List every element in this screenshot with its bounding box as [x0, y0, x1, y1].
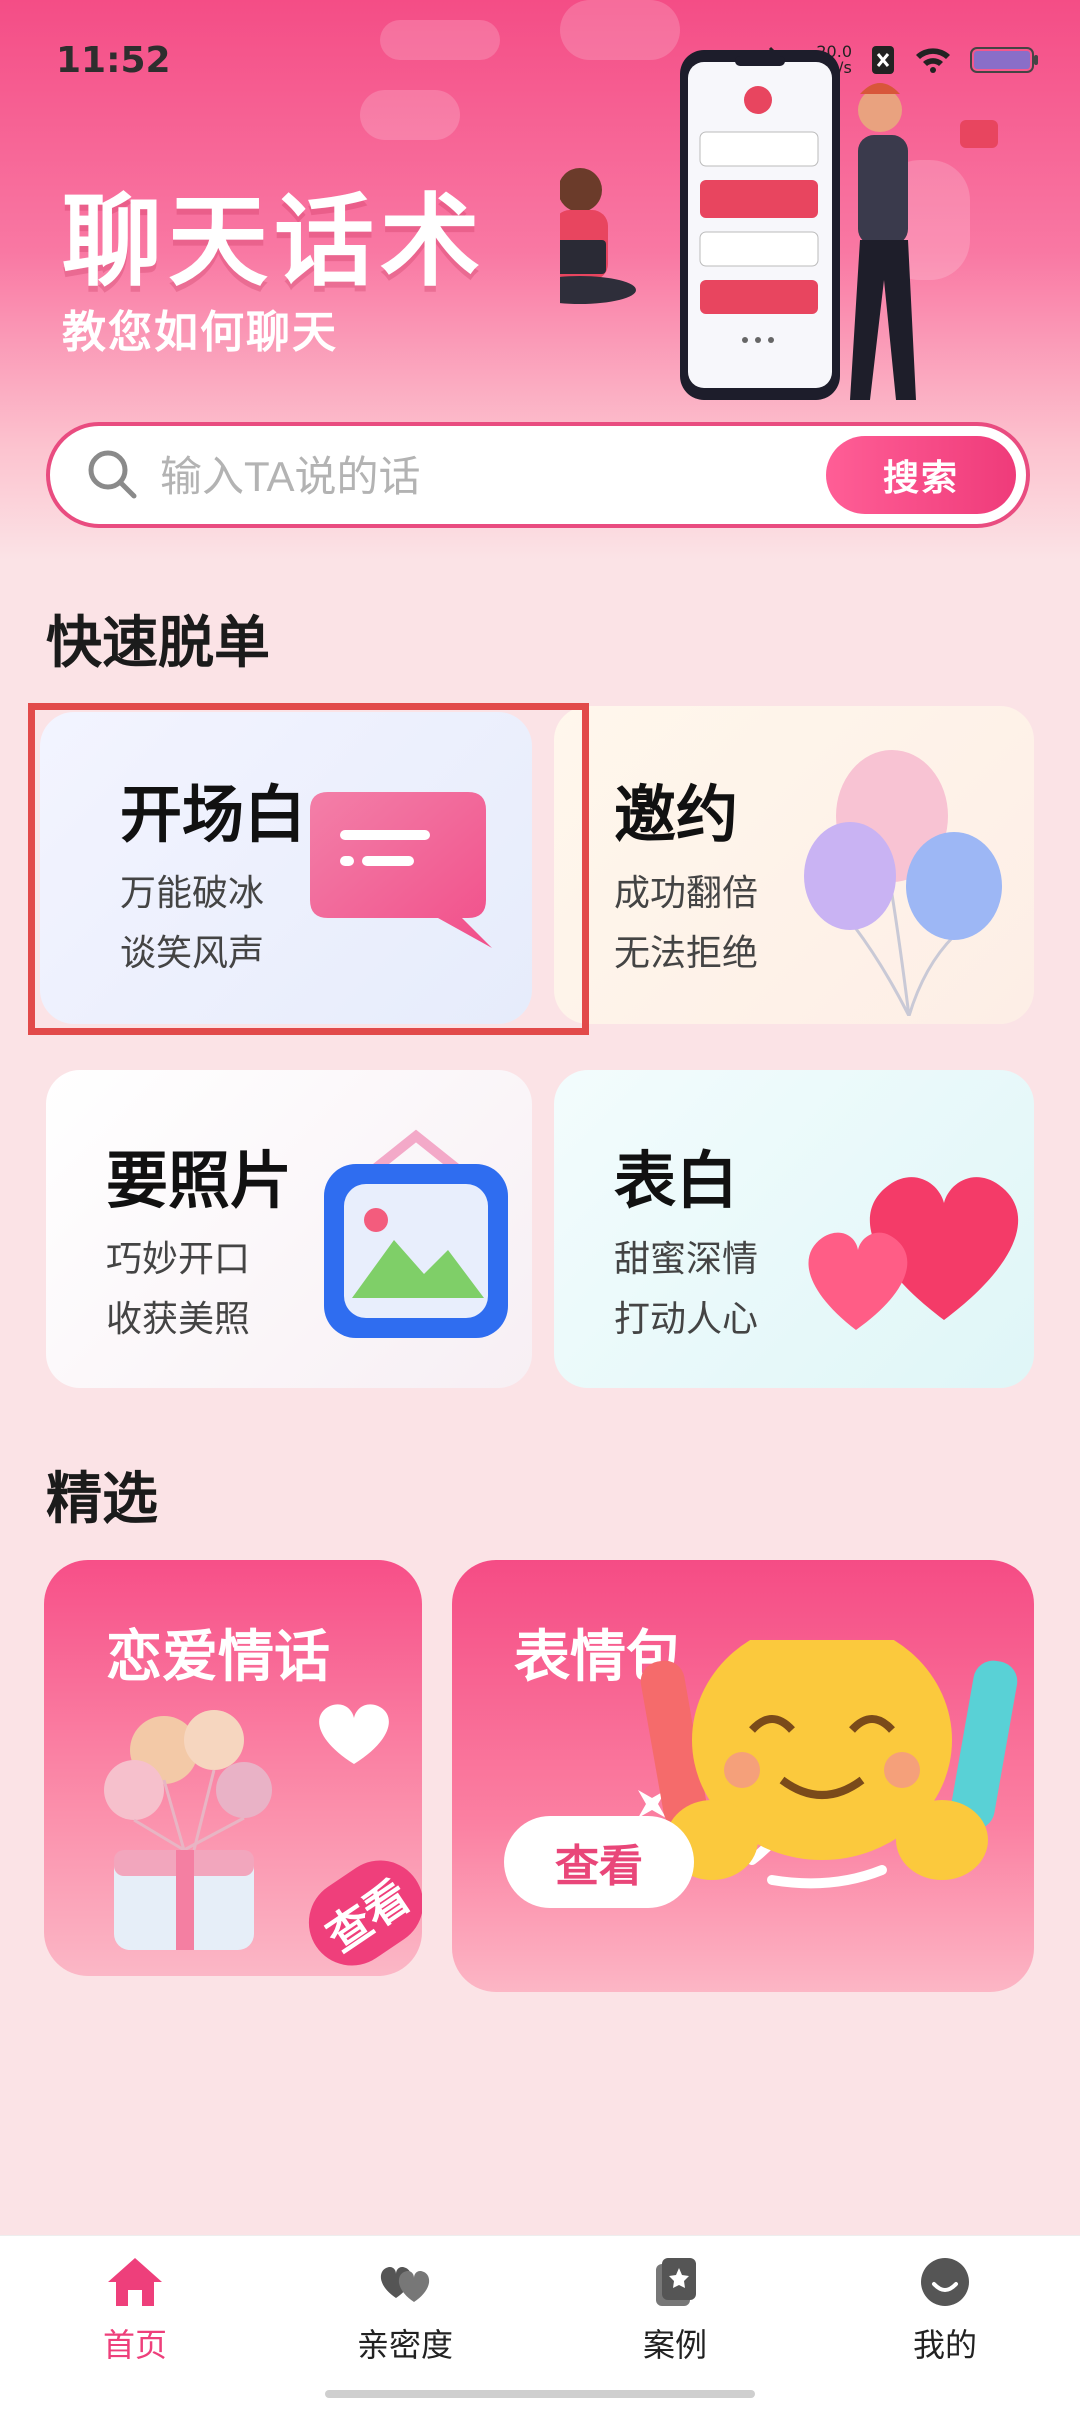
nav-label: 亲密度 — [356, 2326, 453, 2364]
bottom-nav: 首页 亲密度 案例 我的 — [0, 2235, 1080, 2409]
card-invite[interactable]: 邀约 成功翻倍 无法拒绝 — [554, 706, 1034, 1024]
featured-love-words[interactable]: 恋爱情话 查看 — [44, 1560, 422, 1976]
nav-label: 案例 — [642, 2326, 707, 2364]
search-bar: 搜索 — [46, 422, 1030, 528]
search-input[interactable] — [158, 440, 862, 514]
nav-label: 首页 — [102, 2326, 167, 2364]
section-title-quick: 快速脱单 — [46, 611, 270, 676]
nav-item-cases[interactable]: 案例 — [590, 2254, 760, 2366]
search-button[interactable]: 搜索 — [826, 436, 1016, 514]
card-title: 邀约 — [614, 778, 739, 851]
card-desc-1: 成功翻倍 — [614, 873, 759, 914]
status-time: 11:52 — [56, 40, 171, 81]
nav-item-intimacy[interactable]: 亲密度 — [320, 2254, 490, 2366]
featured-stickers[interactable]: 表情包 查看 — [452, 1560, 1034, 1992]
card-desc-1: 甜蜜深情 — [614, 1239, 759, 1280]
heart-deco-icon — [319, 1704, 389, 1764]
card-ask-photo[interactable]: 要照片 巧妙开口 收获美照 — [46, 1070, 532, 1388]
emoji-icon — [638, 1640, 1018, 1889]
photo-frame-icon — [324, 1129, 508, 1338]
home-icon — [108, 2258, 162, 2306]
card-desc-2: 无法拒绝 — [614, 933, 759, 974]
card-title: 要照片 — [106, 1144, 293, 1217]
card-title: 表白 — [614, 1144, 739, 1217]
hero-illustration — [560, 50, 998, 400]
nav-label: 我的 — [912, 2326, 977, 2364]
hearts-icon — [808, 1177, 1019, 1330]
section-title-featured: 精选 — [46, 1467, 158, 1532]
featured-title: 恋爱情话 — [106, 1625, 330, 1690]
card-confess[interactable]: 表白 甜蜜深情 打动人心 — [554, 1070, 1034, 1388]
nav-item-home[interactable]: 首页 — [50, 2254, 220, 2366]
nav-item-mine[interactable]: 我的 — [860, 2254, 1030, 2366]
balloons-icon — [804, 750, 1002, 1016]
search-icon — [88, 450, 137, 499]
cards-icon — [656, 2258, 696, 2306]
hearts-icon — [380, 2266, 430, 2302]
view-button[interactable]: 查看 — [504, 1816, 694, 1908]
selection-highlight — [28, 703, 589, 1035]
card-desc-1: 巧妙开口 — [106, 1239, 251, 1280]
page-subtitle: 教您如何聊天 — [62, 307, 338, 358]
home-indicator[interactable] — [325, 2390, 755, 2398]
page-title: 聊天话术 — [62, 183, 486, 300]
card-desc-2: 收获美照 — [106, 1299, 251, 1340]
card-desc-2: 打动人心 — [614, 1299, 759, 1340]
smile-icon — [921, 2258, 969, 2306]
